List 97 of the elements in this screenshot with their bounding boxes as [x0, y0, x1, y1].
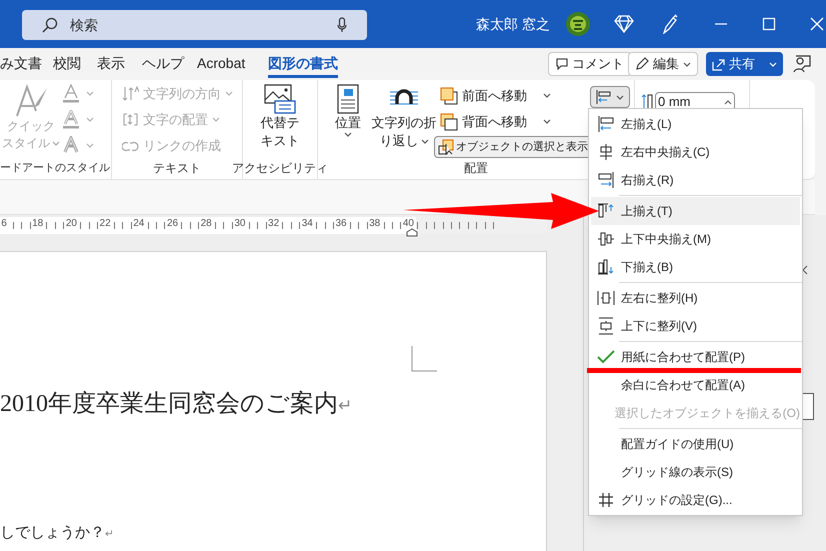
checkmark-icon — [597, 350, 615, 364]
chevron-down-icon — [52, 141, 60, 146]
align-left-icon — [596, 89, 612, 105]
chevron-down-icon — [543, 119, 551, 124]
chevron-left-icon[interactable] — [802, 265, 808, 275]
align-top-icon — [597, 202, 615, 220]
group-label: 配置 — [464, 160, 488, 177]
position-button[interactable]: 位置 — [328, 84, 368, 137]
ruler-number: 26 — [166, 219, 178, 229]
align-left-icon — [597, 115, 615, 133]
share-icon — [712, 58, 725, 70]
chevron-down-icon — [86, 91, 94, 96]
menu-item[interactable]: 配置ガイドの使用(U) — [591, 430, 800, 458]
ribbon-tab[interactable]: Acrobat — [197, 52, 246, 78]
document-text: しでしょうか？ — [0, 525, 105, 541]
align-middle-icon — [597, 230, 615, 248]
align-text-icon — [122, 112, 139, 128]
menu-item[interactable]: 上揃え(T) — [591, 197, 800, 225]
pencil-icon — [635, 57, 649, 71]
search-field[interactable]: 検索 — [22, 10, 367, 40]
height-icon — [641, 93, 653, 111]
bring-forward-button[interactable]: 前面へ移動 — [440, 86, 551, 106]
spin-up-icon[interactable] — [724, 100, 732, 104]
letter-a-shadow-icon — [62, 136, 80, 155]
align-button[interactable] — [590, 86, 630, 108]
letter-a-underlined-icon — [62, 84, 80, 103]
ruler-number: 28 — [200, 219, 212, 229]
chevron-down-icon — [420, 138, 428, 144]
menu-item[interactable]: 下揃え(B) — [591, 253, 800, 281]
align-right-icon — [597, 171, 615, 189]
ruler-number: 22 — [100, 219, 111, 229]
speech-bubble-icon — [556, 58, 568, 70]
ruler-number: 32 — [268, 219, 280, 229]
menu-item[interactable]: グリッド線の表示(S) — [591, 458, 800, 486]
search-icon — [42, 17, 58, 33]
text-direction-icon — [122, 86, 139, 102]
paragraph-mark: ↵ — [105, 529, 114, 540]
group-label: テキスト — [153, 160, 201, 177]
chevron-down-icon — [769, 62, 777, 66]
ruler-number: 34 — [302, 219, 313, 229]
chevron-down-icon — [616, 94, 624, 100]
picture-with-caption-icon — [264, 84, 296, 114]
alt-text-button[interactable]: 代替テ キスト — [251, 84, 309, 150]
menu-item[interactable]: 左右中央揃え(C) — [591, 138, 800, 166]
document-heading: 2010年度卒業生同窓会のご案内 — [0, 391, 338, 417]
chevron-down-icon — [344, 132, 352, 137]
menu-item[interactable]: 用紙に合わせて配置(P) — [591, 343, 800, 371]
chevron-down-icon — [683, 62, 691, 66]
ruler-number: 18 — [32, 219, 44, 229]
feedback-icon[interactable] — [793, 55, 811, 73]
microphone-icon[interactable] — [337, 17, 347, 33]
menu-item[interactable]: 左右に整列(H) — [591, 284, 800, 312]
send-backward-icon — [440, 112, 458, 131]
ruler-number: 6 — [1, 219, 7, 229]
ruler-number: 40 — [402, 219, 414, 229]
ruler-number: 24 — [133, 219, 144, 229]
align-bottom-icon — [597, 258, 615, 276]
paragraph-mark: ↵ — [338, 396, 352, 415]
cursor-on-shapes-icon — [438, 139, 454, 155]
grid-icon — [597, 491, 615, 509]
menu-item[interactable]: 右揃え(R) — [591, 166, 800, 194]
letter-a-with-brush-icon — [14, 84, 48, 118]
ribbon-tab[interactable]: ヘルプ — [142, 52, 184, 78]
diamond-icon[interactable] — [614, 15, 634, 33]
close-icon[interactable] — [810, 17, 824, 31]
bring-forward-icon — [440, 86, 458, 105]
edit-button[interactable]: 編集 — [628, 52, 698, 76]
send-backward-button[interactable]: 背面へ移動 — [440, 112, 551, 132]
chevron-down-icon — [543, 93, 551, 98]
margin-corner-icon — [411, 346, 437, 372]
ruler-number: 30 — [234, 219, 246, 229]
menu-item[interactable]: 上下中央揃え(M) — [591, 225, 800, 253]
menu-item[interactable]: 余白に合わせて配置(A) — [591, 371, 800, 399]
comment-button[interactable]: コメント — [548, 52, 632, 76]
ribbon-tab[interactable]: み文書 — [0, 52, 42, 78]
page-with-picture-icon — [337, 84, 359, 114]
distribute-horizontal-icon — [597, 289, 615, 307]
group-label: ードアートのスタイル — [0, 160, 110, 176]
avatar-icon[interactable] — [566, 12, 590, 36]
ruler-number: 38 — [369, 219, 380, 229]
menu-item[interactable]: グリッドの設定(G)... — [591, 486, 800, 514]
menu-item[interactable]: 左揃え(L) — [591, 110, 800, 138]
letter-a-outlined-icon — [62, 110, 80, 129]
ribbon-tab[interactable]: 校閲 — [53, 52, 81, 78]
wrap-text-button[interactable]: 文字列の折 り返し — [372, 84, 436, 150]
group-label: アクセシビリティ — [232, 160, 328, 177]
ribbon-tab[interactable]: 表示 — [97, 52, 125, 78]
user-name: 森太郎 窓之 — [476, 14, 550, 34]
maximize-icon[interactable] — [762, 17, 776, 31]
share-button[interactable]: 共有 — [706, 52, 783, 76]
ruler-number: 36 — [335, 219, 347, 229]
align-center-icon — [597, 143, 615, 161]
menu-item[interactable]: 上下に整列(V) — [591, 312, 800, 340]
chevron-down-icon — [86, 143, 94, 148]
distribute-vertical-icon — [597, 317, 615, 335]
ruler-number: 20 — [66, 219, 77, 229]
chevron-down-icon — [86, 117, 94, 122]
